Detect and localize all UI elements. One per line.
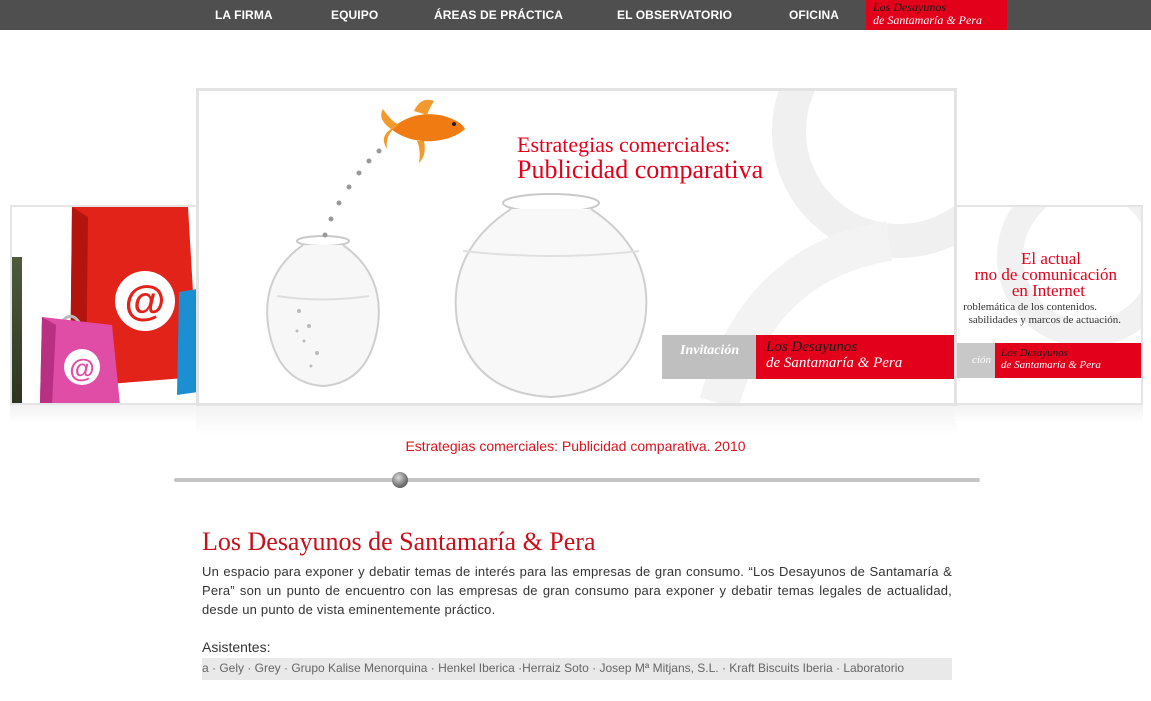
main-slide-logo: Los Desayunos de Santamaría & Pera (756, 335, 954, 379)
attendees-ticker-text: a · Gely · Grey · Grupo Kalise Menorquin… (202, 661, 905, 675)
nav-el-observatorio[interactable]: EL OBSERVATORIO (617, 0, 732, 30)
shopping-bags-icon: @ @ (40, 207, 198, 403)
slide-caption[interactable]: Estrategias comerciales: Publicidad comp… (0, 438, 1151, 454)
right-slide-subtitle-line1: roblemática de los contenidos. (963, 301, 1097, 313)
right-logo-line1: Los Desayunos (1001, 347, 1068, 359)
nav-logo-line2: de Santamaría & Pera (873, 13, 982, 27)
nav-equipo[interactable]: EQUIPO (331, 0, 378, 30)
nav-areas-de-practica[interactable]: ÁREAS DE PRÁCTICA (434, 0, 563, 30)
right-slide-logo: Los Desayunos de Santamaría & Pera (995, 343, 1141, 378)
carousel-slide-left[interactable]: @ @ (10, 205, 200, 405)
svg-text:@: @ (125, 277, 166, 324)
top-nav-bar: LA FIRMA EQUIPO ÁREAS DE PRÁCTICA EL OBS… (0, 0, 1151, 30)
section-title: Los Desayunos de Santamaría & Pera (202, 527, 596, 556)
left-slide-reflection (10, 405, 200, 423)
desayunos-nav-logo[interactable]: Los Desayunos de Santamaría & Pera (866, 0, 1007, 30)
nav-oficina[interactable]: OFICINA (789, 0, 839, 30)
next-slide-edge (1141, 267, 1143, 387)
main-slide-reflection (196, 405, 957, 435)
svg-text:@: @ (69, 353, 94, 383)
main-logo-line1: Los Desayunos (766, 339, 858, 355)
right-logo-line2: de Santamaría & Pera (1001, 359, 1101, 371)
main-logo-line2: de Santamaría & Pera (766, 355, 903, 371)
carousel-slide-right[interactable]: El actual rno de comunicación en Interne… (955, 205, 1143, 405)
main-slide-invitation: Invitación (662, 335, 756, 379)
right-slide-subtitle-line2: sabilidades y marcos de actuación. (968, 314, 1121, 326)
carousel-slide-main[interactable]: Estrategias comerciales: Publicidad comp… (196, 88, 957, 406)
right-slide-invitation: ción (957, 343, 995, 378)
main-slide-title-line2: Publicidad comparativa (517, 155, 764, 184)
attendees-ticker: a · Gely · Grey · Grupo Kalise Menorquin… (202, 658, 952, 680)
right-slide-title-line3: en Internet (1011, 281, 1085, 300)
section-description: Un espacio para exponer y debatir temas … (202, 564, 952, 617)
attendees-label: Asistentes: (202, 639, 271, 655)
carousel-slider-track[interactable] (174, 478, 980, 482)
right-slide-reflection (955, 405, 1143, 423)
carousel-slider-handle[interactable] (391, 472, 408, 488)
nav-la-firma[interactable]: LA FIRMA (215, 0, 273, 30)
